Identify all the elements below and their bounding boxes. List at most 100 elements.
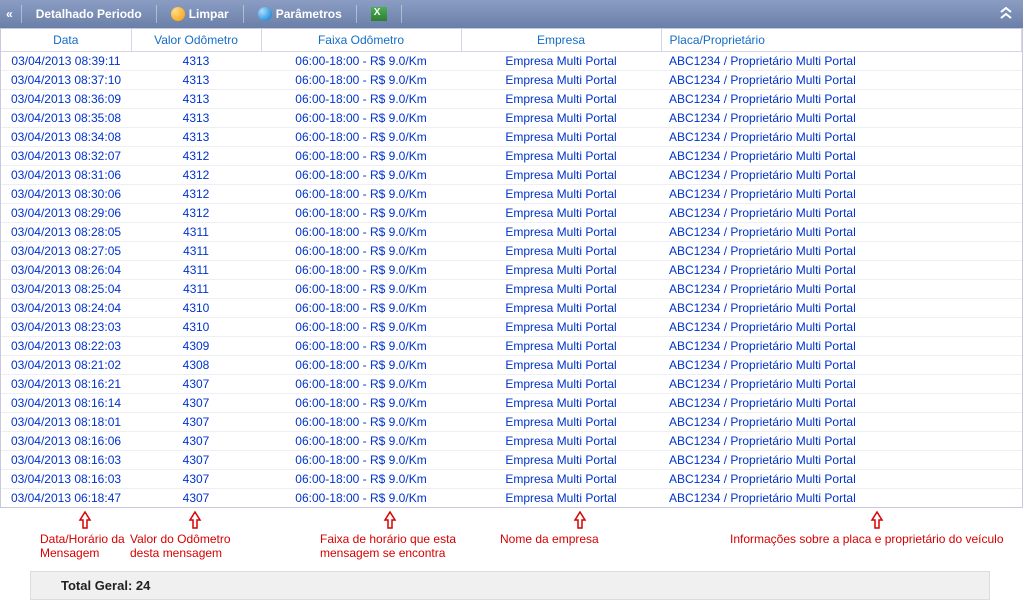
annotation-valor: Valor do Odômetro desta mensagem — [130, 510, 260, 561]
settings-icon — [258, 7, 272, 21]
refresh-icon — [171, 7, 185, 21]
collapse-up-icon[interactable] — [995, 5, 1017, 24]
cell-faixa: 06:00-18:00 - R$ 9.0/Km — [261, 71, 461, 90]
cell-faixa: 06:00-18:00 - R$ 9.0/Km — [261, 394, 461, 413]
col-header-valor[interactable]: Valor Odômetro — [131, 29, 261, 52]
separator — [21, 5, 22, 23]
cell-placa: ABC1234 / Proprietário Multi Portal — [661, 242, 1022, 261]
cell-data: 03/04/2013 08:30:06 — [1, 185, 131, 204]
cell-empresa: Empresa Multi Portal — [461, 318, 661, 337]
annotations-row: Data/Horário da Mensagem Valor do Odômet… — [0, 508, 1023, 561]
cell-data: 03/04/2013 08:16:21 — [1, 375, 131, 394]
table-row[interactable]: 03/04/2013 08:16:14430706:00-18:00 - R$ … — [1, 394, 1022, 413]
table-row[interactable]: 03/04/2013 08:23:03431006:00-18:00 - R$ … — [1, 318, 1022, 337]
cell-empresa: Empresa Multi Portal — [461, 166, 661, 185]
table-row[interactable]: 03/04/2013 08:16:03430706:00-18:00 - R$ … — [1, 451, 1022, 470]
table-row[interactable]: 03/04/2013 08:26:04431106:00-18:00 - R$ … — [1, 261, 1022, 280]
cell-empresa: Empresa Multi Portal — [461, 489, 661, 508]
cell-empresa: Empresa Multi Portal — [461, 337, 661, 356]
cell-faixa: 06:00-18:00 - R$ 9.0/Km — [261, 356, 461, 375]
cell-data: 03/04/2013 06:18:47 — [1, 489, 131, 508]
cell-placa: ABC1234 / Proprietário Multi Portal — [661, 166, 1022, 185]
table-row[interactable]: 03/04/2013 08:37:10431306:00-18:00 - R$ … — [1, 71, 1022, 90]
detalhado-button[interactable]: Detalhado Periodo — [30, 5, 148, 23]
cell-placa: ABC1234 / Proprietário Multi Portal — [661, 261, 1022, 280]
table-row[interactable]: 03/04/2013 08:35:08431306:00-18:00 - R$ … — [1, 109, 1022, 128]
cell-faixa: 06:00-18:00 - R$ 9.0/Km — [261, 470, 461, 489]
cell-faixa: 06:00-18:00 - R$ 9.0/Km — [261, 52, 461, 71]
cell-placa: ABC1234 / Proprietário Multi Portal — [661, 223, 1022, 242]
table-row[interactable]: 03/04/2013 08:30:06431206:00-18:00 - R$ … — [1, 185, 1022, 204]
cell-placa: ABC1234 / Proprietário Multi Portal — [661, 451, 1022, 470]
detalhado-label: Detalhado Periodo — [36, 7, 142, 21]
cell-empresa: Empresa Multi Portal — [461, 451, 661, 470]
table-row[interactable]: 03/04/2013 08:18:01430706:00-18:00 - R$ … — [1, 413, 1022, 432]
table-row[interactable]: 03/04/2013 08:27:05431106:00-18:00 - R$ … — [1, 242, 1022, 261]
table-row[interactable]: 03/04/2013 08:36:09431306:00-18:00 - R$ … — [1, 90, 1022, 109]
col-header-empresa[interactable]: Empresa — [461, 29, 661, 52]
cell-placa: ABC1234 / Proprietário Multi Portal — [661, 147, 1022, 166]
cell-placa: ABC1234 / Proprietário Multi Portal — [661, 90, 1022, 109]
table-row[interactable]: 03/04/2013 08:34:08431306:00-18:00 - R$ … — [1, 128, 1022, 147]
cell-placa: ABC1234 / Proprietário Multi Portal — [661, 337, 1022, 356]
table-row[interactable]: 03/04/2013 08:21:02430806:00-18:00 - R$ … — [1, 356, 1022, 375]
cell-data: 03/04/2013 08:16:03 — [1, 470, 131, 489]
cell-valor: 4312 — [131, 147, 261, 166]
cell-data: 03/04/2013 08:36:09 — [1, 90, 131, 109]
separator — [356, 5, 357, 23]
cell-data: 03/04/2013 08:18:01 — [1, 413, 131, 432]
cell-placa: ABC1234 / Proprietário Multi Portal — [661, 413, 1022, 432]
col-header-faixa[interactable]: Faixa Odômetro — [261, 29, 461, 52]
cell-faixa: 06:00-18:00 - R$ 9.0/Km — [261, 451, 461, 470]
cell-placa: ABC1234 / Proprietário Multi Portal — [661, 52, 1022, 71]
cell-valor: 4311 — [131, 223, 261, 242]
cell-data: 03/04/2013 08:24:04 — [1, 299, 131, 318]
separator — [243, 5, 244, 23]
cell-faixa: 06:00-18:00 - R$ 9.0/Km — [261, 185, 461, 204]
table-row[interactable]: 03/04/2013 08:32:07431206:00-18:00 - R$ … — [1, 147, 1022, 166]
annotation-data: Data/Horário da Mensagem — [0, 510, 130, 561]
export-excel-button[interactable] — [365, 5, 393, 23]
table-row[interactable]: 03/04/2013 06:18:47430706:00-18:00 - R$ … — [1, 489, 1022, 508]
cell-data: 03/04/2013 08:31:06 — [1, 166, 131, 185]
cell-valor: 4310 — [131, 318, 261, 337]
cell-data: 03/04/2013 08:23:03 — [1, 318, 131, 337]
cell-empresa: Empresa Multi Portal — [461, 432, 661, 451]
cell-placa: ABC1234 / Proprietário Multi Portal — [661, 356, 1022, 375]
total-label: Total Geral: 24 — [41, 578, 150, 593]
cell-placa: ABC1234 / Proprietário Multi Portal — [661, 71, 1022, 90]
annotation-faixa: Faixa de horário que esta mensagem se en… — [260, 510, 460, 561]
table-row[interactable]: 03/04/2013 08:16:06430706:00-18:00 - R$ … — [1, 432, 1022, 451]
cell-faixa: 06:00-18:00 - R$ 9.0/Km — [261, 90, 461, 109]
cell-data: 03/04/2013 08:39:11 — [1, 52, 131, 71]
cell-faixa: 06:00-18:00 - R$ 9.0/Km — [261, 280, 461, 299]
cell-data: 03/04/2013 08:37:10 — [1, 71, 131, 90]
table-row[interactable]: 03/04/2013 08:29:06431206:00-18:00 - R$ … — [1, 204, 1022, 223]
data-table: Data Valor Odômetro Faixa Odômetro Empre… — [1, 29, 1022, 507]
table-row[interactable]: 03/04/2013 08:16:03430706:00-18:00 - R$ … — [1, 470, 1022, 489]
col-header-placa[interactable]: Placa/Proprietário — [661, 29, 1022, 52]
cell-placa: ABC1234 / Proprietário Multi Portal — [661, 394, 1022, 413]
collapse-left-icon[interactable]: « — [6, 7, 13, 21]
separator — [401, 5, 402, 23]
arrow-up-icon — [78, 510, 92, 530]
cell-empresa: Empresa Multi Portal — [461, 413, 661, 432]
limpar-button[interactable]: Limpar — [165, 5, 235, 23]
cell-valor: 4311 — [131, 242, 261, 261]
table-row[interactable]: 03/04/2013 08:31:06431206:00-18:00 - R$ … — [1, 166, 1022, 185]
table-row[interactable]: 03/04/2013 08:25:04431106:00-18:00 - R$ … — [1, 280, 1022, 299]
cell-empresa: Empresa Multi Portal — [461, 223, 661, 242]
cell-empresa: Empresa Multi Portal — [461, 394, 661, 413]
table-row[interactable]: 03/04/2013 08:22:03430906:00-18:00 - R$ … — [1, 337, 1022, 356]
table-row[interactable]: 03/04/2013 08:16:21430706:00-18:00 - R$ … — [1, 375, 1022, 394]
table-row[interactable]: 03/04/2013 08:28:05431106:00-18:00 - R$ … — [1, 223, 1022, 242]
table-row[interactable]: 03/04/2013 08:39:11431306:00-18:00 - R$ … — [1, 52, 1022, 71]
col-header-data[interactable]: Data — [1, 29, 131, 52]
table-row[interactable]: 03/04/2013 08:24:04431006:00-18:00 - R$ … — [1, 299, 1022, 318]
cell-faixa: 06:00-18:00 - R$ 9.0/Km — [261, 489, 461, 508]
cell-empresa: Empresa Multi Portal — [461, 109, 661, 128]
parametros-button[interactable]: Parâmetros — [252, 5, 348, 23]
cell-valor: 4307 — [131, 432, 261, 451]
cell-faixa: 06:00-18:00 - R$ 9.0/Km — [261, 128, 461, 147]
arrow-up-icon — [870, 510, 884, 530]
